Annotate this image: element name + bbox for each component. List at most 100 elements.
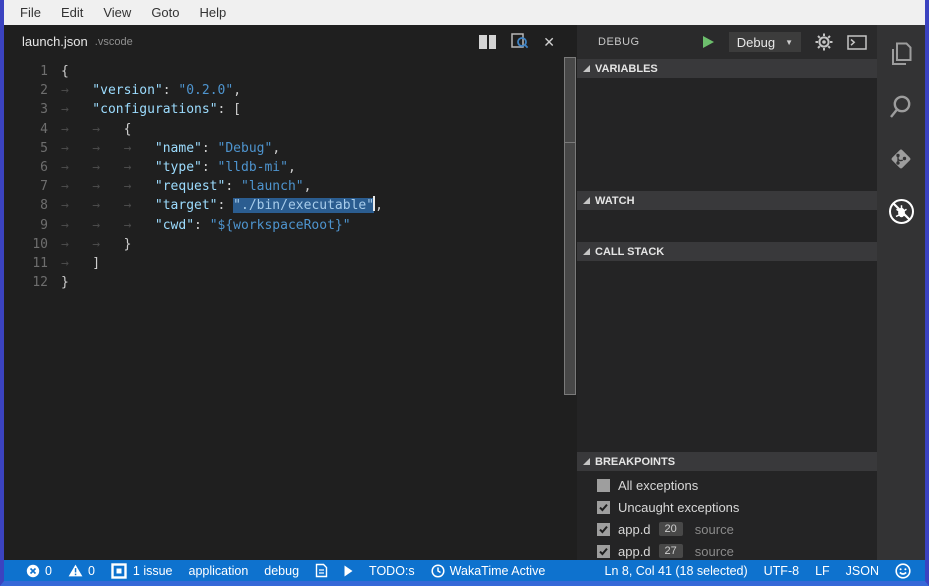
code-token: ,	[233, 83, 241, 98]
debug-panel-title: DEBUG	[598, 36, 640, 48]
section-header-breakpoints[interactable]: BREAKPOINTS	[577, 452, 877, 471]
code-token: :	[163, 83, 179, 98]
code-token: →	[61, 139, 92, 158]
chevron-down-icon: ▼	[785, 38, 793, 47]
menu-bar: FileEditViewGotoHelp	[4, 0, 925, 25]
code-token: "target"	[155, 198, 218, 213]
status-item-application[interactable]: application	[181, 560, 257, 581]
line-number: 6	[4, 158, 48, 177]
split-editor-icon[interactable]	[479, 35, 496, 49]
status-item-run-icon[interactable]	[336, 560, 361, 581]
status-item-ln-8-col-41-18-selected[interactable]: Ln 8, Col 41 (18 selected)	[597, 560, 756, 581]
debug-config-value: Debug	[737, 35, 775, 50]
debug-console-icon[interactable]	[847, 35, 867, 50]
status-item-utf-8[interactable]: UTF-8	[756, 560, 807, 581]
code-token: :	[194, 218, 210, 233]
status-bar: 00 1 issue application debug TODO:s WakaTime …	[4, 560, 925, 581]
line-number: 3	[4, 100, 48, 119]
menu-item-edit[interactable]: Edit	[51, 0, 93, 25]
code-token: "request"	[155, 179, 225, 194]
line-number: 2	[4, 81, 48, 100]
status-item-label: WakaTime Active	[450, 564, 546, 578]
status-item-smiley-icon[interactable]	[887, 560, 919, 581]
code-line: 11→]	[4, 254, 563, 273]
breakpoint-row[interactable]: Uncaught exceptions	[577, 496, 877, 518]
search-icon[interactable]	[877, 93, 925, 145]
status-item-label: TODO:s	[369, 564, 415, 578]
code-line: 10→→}	[4, 235, 563, 254]
scrollbar-track-segment[interactable]	[564, 142, 576, 395]
checkbox-checked[interactable]	[597, 523, 610, 536]
code-token: "version"	[92, 83, 162, 98]
git-icon[interactable]	[877, 145, 925, 197]
checkbox-checked[interactable]	[597, 501, 610, 514]
status-item-todo-s[interactable]: TODO:s	[361, 560, 423, 581]
section-header-variables[interactable]: VARIABLES	[577, 59, 877, 78]
code-line: 2→"version": "0.2.0",	[4, 81, 563, 100]
code-editor[interactable]: 1{2→"version": "0.2.0",3→"configurations…	[4, 58, 563, 560]
status-item-lf[interactable]: LF	[807, 560, 838, 581]
watch-content	[577, 210, 877, 242]
code-token: {	[124, 122, 132, 137]
section-header-watch[interactable]: WATCH	[577, 191, 877, 210]
editor-tab-bar: launch.json .vscode ✕	[4, 25, 563, 58]
status-item-0[interactable]: 0	[60, 560, 103, 581]
checkbox-checked[interactable]	[597, 545, 610, 558]
section-header-call-stack[interactable]: CALL STACK	[577, 242, 877, 261]
code-token: :	[202, 160, 218, 175]
breakpoint-row[interactable]: app.d27source	[577, 540, 877, 562]
code-token: →	[92, 216, 123, 235]
debug-side-panel: DEBUG Debug ▼	[577, 25, 877, 560]
debug-disabled-icon[interactable]	[877, 197, 925, 249]
menu-item-view[interactable]: View	[93, 0, 141, 25]
breakpoint-source-label: source	[695, 544, 734, 559]
checkbox-unchecked[interactable]	[597, 479, 610, 492]
status-item-label: UTF-8	[764, 564, 799, 578]
code-token: "name"	[155, 141, 202, 156]
smiley-icon	[895, 563, 911, 579]
code-token: →	[61, 158, 92, 177]
breakpoint-row[interactable]: All exceptions	[577, 474, 877, 496]
main-area: launch.json .vscode ✕ 1{2→"version": "0.…	[4, 25, 925, 560]
code-token: :	[218, 198, 234, 213]
line-number: 11	[4, 254, 48, 273]
status-item-label: 1 issue	[133, 564, 173, 578]
code-token: "type"	[155, 160, 202, 175]
status-item-label: debug	[264, 564, 299, 578]
line-number: 10	[4, 235, 48, 254]
status-item-wakatime-active[interactable]: WakaTime Active	[423, 560, 554, 581]
code-line: 7→→→"request": "launch",	[4, 177, 563, 196]
breakpoint-source-label: source	[695, 522, 734, 537]
collapse-twisty-icon	[583, 65, 590, 72]
configure-gear-icon[interactable]	[815, 33, 833, 51]
line-number: 4	[4, 120, 48, 139]
breakpoint-row[interactable]: app.d20source	[577, 518, 877, 540]
code-token: :	[202, 141, 218, 156]
code-line: 5→→→"name": "Debug",	[4, 139, 563, 158]
status-item-0[interactable]: 0	[18, 560, 60, 581]
debug-config-select[interactable]: Debug ▼	[729, 32, 801, 52]
breakpoint-label: All exceptions	[618, 478, 698, 493]
menu-item-help[interactable]: Help	[190, 0, 237, 25]
status-item-project-file-icon[interactable]	[307, 560, 336, 581]
close-tab-icon[interactable]: ✕	[543, 35, 555, 49]
code-token: ]	[92, 256, 100, 271]
code-token: →	[61, 177, 92, 196]
explorer-icon[interactable]	[877, 41, 925, 93]
status-item-json[interactable]: JSON	[838, 560, 887, 581]
breakpoints-list: All exceptions Uncaught exceptionsapp.d20…	[577, 471, 877, 562]
line-number: 8	[4, 196, 48, 215]
selected-text: "./bin/executable"	[233, 198, 374, 213]
status-item-debug[interactable]: debug	[256, 560, 307, 581]
code-token: ,	[304, 179, 312, 194]
call-stack-content	[577, 261, 877, 452]
menu-item-file[interactable]: File	[10, 0, 51, 25]
scrollbar-thumb[interactable]	[564, 57, 576, 143]
tab-title[interactable]: launch.json	[22, 34, 88, 49]
start-debug-icon[interactable]	[701, 35, 715, 49]
code-token: ,	[272, 141, 280, 156]
status-item-1-issue[interactable]: 1 issue	[103, 560, 181, 581]
open-preview-icon[interactable]	[510, 33, 529, 50]
tab-folder-hint: .vscode	[95, 36, 133, 48]
menu-item-goto[interactable]: Goto	[141, 0, 189, 25]
